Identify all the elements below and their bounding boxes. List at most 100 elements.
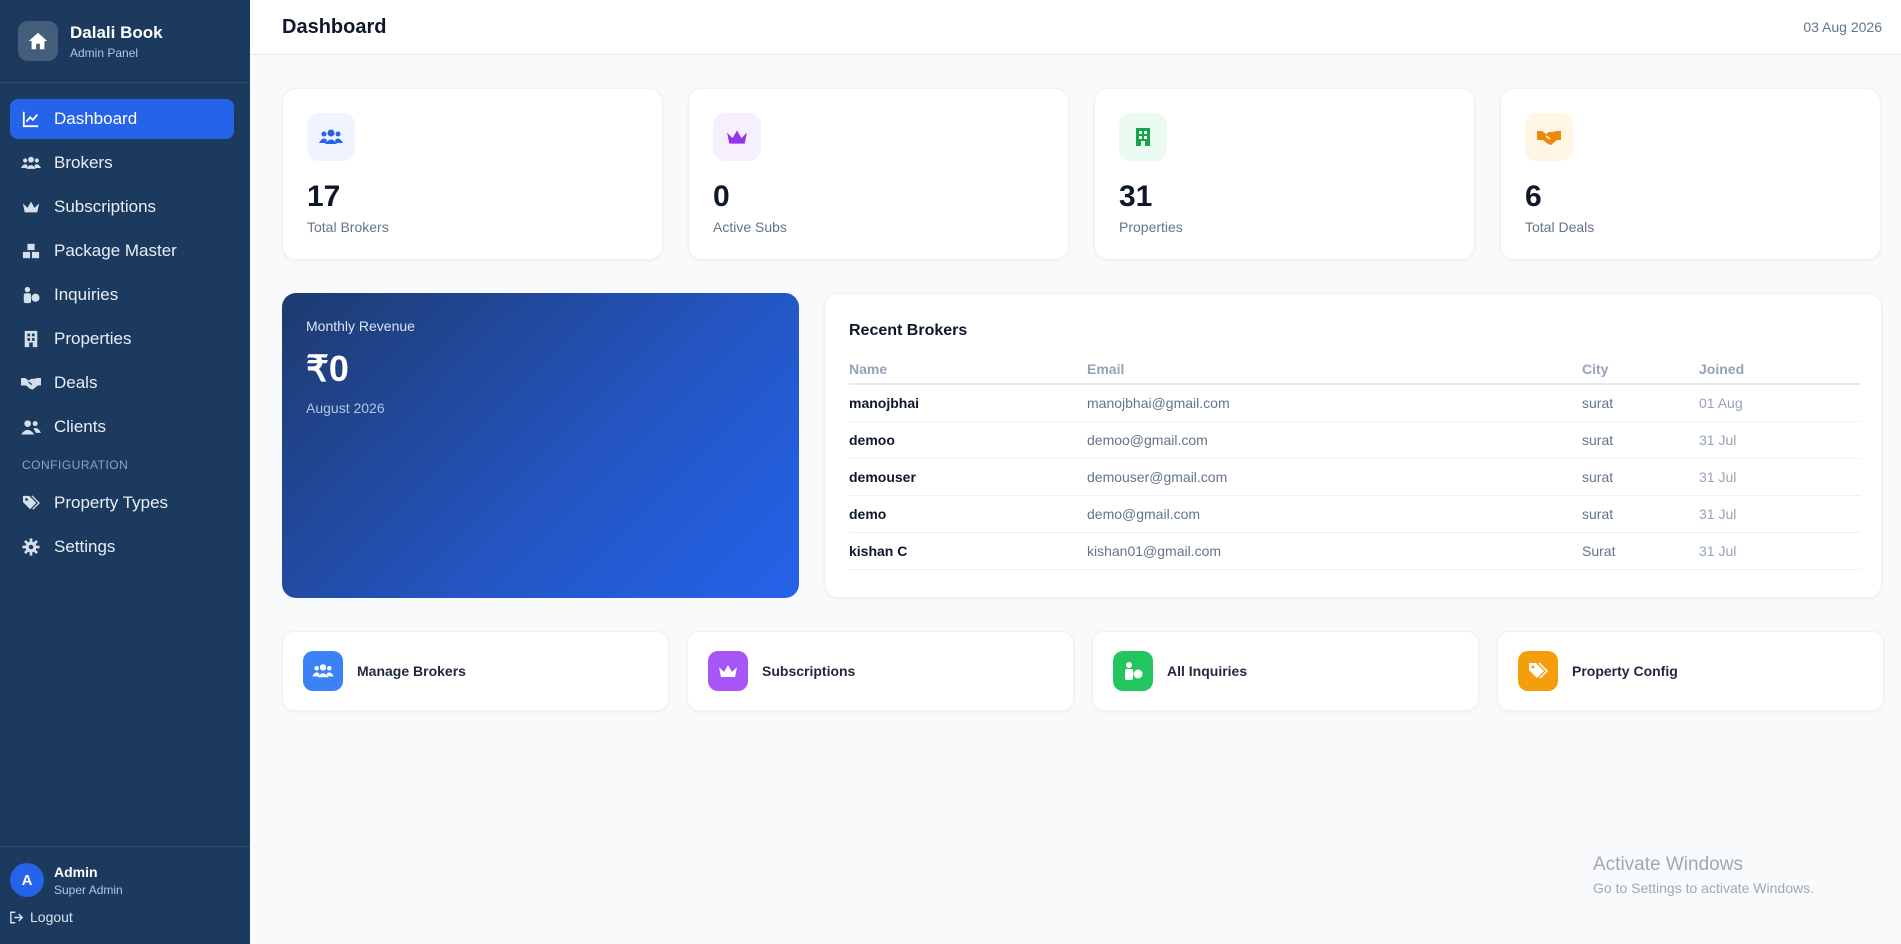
broker-email: kishan01@gmail.com [1087, 532, 1582, 570]
sidebar-item-clients[interactable]: Clients [10, 407, 234, 447]
home-icon [18, 21, 58, 61]
quick-link-label: Manage Brokers [357, 663, 466, 679]
users-icon [21, 153, 41, 173]
broker-email: demouser@gmail.com [1087, 458, 1582, 496]
broker-name: demouser [849, 458, 1087, 496]
quick-link-label: All Inquiries [1167, 663, 1248, 679]
stat-label: Total Deals [1525, 219, 1595, 235]
stat-card-total-brokers: 17 Total Brokers [282, 88, 663, 260]
sidebar-item-label: Settings [54, 537, 116, 556]
user-profile: A Admin Super Admin [10, 863, 240, 897]
sidebar-item-label: Dashboard [54, 109, 138, 128]
building-icon [21, 329, 41, 349]
manage-brokers-link[interactable]: Manage Brokers [282, 631, 669, 711]
broker-city: surat [1582, 458, 1699, 496]
sidebar-item-dashboard[interactable]: Dashboard [10, 99, 234, 139]
sidebar-item-subscriptions[interactable]: Subscriptions [10, 187, 234, 227]
brand: Dalali Book Admin Panel [0, 0, 250, 83]
crown-icon [21, 197, 41, 217]
windows-activation-watermark: Activate Windows Go to Settings to activ… [1593, 854, 1814, 896]
monthly-revenue-card: Monthly Revenue ₹0 August 2026 [282, 293, 799, 598]
property-config-link[interactable]: Property Config [1497, 631, 1884, 711]
brand-title: Dalali Book [70, 22, 163, 42]
sidebar-item-label: Brokers [54, 153, 113, 172]
broker-city: surat [1582, 384, 1699, 422]
sidebar-item-package-master[interactable]: Package Master [10, 231, 234, 271]
sidebar-item-label: Subscriptions [54, 197, 157, 216]
broker-joined: 01 Aug [1699, 384, 1861, 422]
quick-link-label: Property Config [1572, 663, 1678, 679]
broker-city: surat [1582, 421, 1699, 459]
sidebar-item-label: Inquiries [54, 285, 119, 304]
stat-label: Properties [1119, 219, 1183, 235]
page-title: Dashboard [282, 15, 387, 38]
column-header: Email [1087, 354, 1582, 385]
sidebar-item-property-types[interactable]: Property Types [10, 483, 234, 523]
sidebar-item-brokers[interactable]: Brokers [10, 143, 234, 183]
sidebar-item-settings[interactable]: Settings [10, 527, 234, 567]
quick-links: Manage Brokers Subscriptions All Inquiri… [282, 631, 1884, 711]
tags-icon [21, 493, 41, 513]
stat-card-active-subs: 0 Active Subs [688, 88, 1069, 260]
broker-email: demo@gmail.com [1087, 495, 1582, 533]
table-row: demouser demouser@gmail.com surat 31 Jul [849, 458, 1861, 496]
recent-brokers-table: Name Email City Joined manojbhai manojbh… [849, 354, 1861, 570]
stat-value: 17 [307, 180, 341, 213]
users-icon [303, 651, 343, 691]
recent-brokers-card: Recent Brokers Name Email City Joined ma… [824, 293, 1882, 598]
quick-link-label: Subscriptions [762, 663, 856, 679]
stat-value: 0 [713, 180, 730, 213]
column-header: Name [849, 354, 1087, 385]
broker-email: manojbhai@gmail.com [1087, 384, 1582, 422]
sidebar-item-properties[interactable]: Properties [10, 319, 234, 359]
building-icon [1119, 113, 1167, 161]
boxes-icon [21, 241, 41, 261]
nav-section-configuration: CONFIGURATION [22, 458, 129, 472]
watermark-subtitle: Go to Settings to activate Windows. [1593, 880, 1814, 896]
broker-name: kishan C [849, 532, 1087, 570]
broker-name: demoo [849, 421, 1087, 459]
sidebar-item-label: Clients [54, 417, 106, 436]
broker-city: Surat [1582, 532, 1699, 570]
revenue-period: August 2026 [306, 400, 385, 416]
stat-card-total-deals: 6 Total Deals [1500, 88, 1881, 260]
stat-label: Active Subs [713, 219, 787, 235]
broker-name: demo [849, 495, 1087, 533]
table-row: demo demo@gmail.com surat 31 Jul [849, 495, 1861, 533]
stat-label: Total Brokers [307, 219, 389, 235]
revenue-amount: ₹0 [306, 348, 349, 389]
sidebar-nav: Dashboard Brokers Subscriptions Package … [0, 83, 250, 567]
handshake-icon [21, 373, 41, 393]
user-group-icon [21, 417, 41, 437]
sidebar-item-inquiries[interactable]: Inquiries [10, 275, 234, 315]
logout-icon [10, 911, 24, 924]
subscriptions-link[interactable]: Subscriptions [687, 631, 1074, 711]
tags-icon [1518, 651, 1558, 691]
stats-row: 17 Total Brokers 0 Active Subs 31 Proper… [282, 88, 1881, 260]
table-row: demoo demoo@gmail.com surat 31 Jul [849, 421, 1861, 459]
stat-value: 31 [1119, 180, 1153, 213]
broker-name: manojbhai [849, 384, 1087, 422]
recent-brokers-title: Recent Brokers [849, 322, 968, 339]
table-row: manojbhai manojbhai@gmail.com surat 01 A… [849, 384, 1861, 422]
user-name: Admin [54, 863, 98, 880]
sidebar-item-deals[interactable]: Deals [10, 363, 234, 403]
all-inquiries-link[interactable]: All Inquiries [1092, 631, 1479, 711]
sidebar: Dalali Book Admin Panel Dashboard Broker… [0, 0, 250, 944]
watermark-title: Activate Windows [1593, 854, 1743, 875]
crown-icon [708, 651, 748, 691]
table-header-row: Name Email City Joined [849, 354, 1861, 385]
logout-button[interactable]: Logout [10, 909, 240, 925]
users-icon [307, 113, 355, 161]
sidebar-item-label: Property Types [54, 493, 169, 512]
logout-label: Logout [30, 909, 73, 925]
column-header: Joined [1699, 354, 1861, 385]
user-role: Super Admin [54, 882, 123, 897]
stat-card-properties: 31 Properties [1094, 88, 1475, 260]
handshake-icon [1525, 113, 1573, 161]
broker-joined: 31 Jul [1699, 532, 1861, 570]
broker-email: demoo@gmail.com [1087, 421, 1582, 459]
broker-joined: 31 Jul [1699, 495, 1861, 533]
broker-joined: 31 Jul [1699, 421, 1861, 459]
revenue-label: Monthly Revenue [306, 318, 415, 334]
